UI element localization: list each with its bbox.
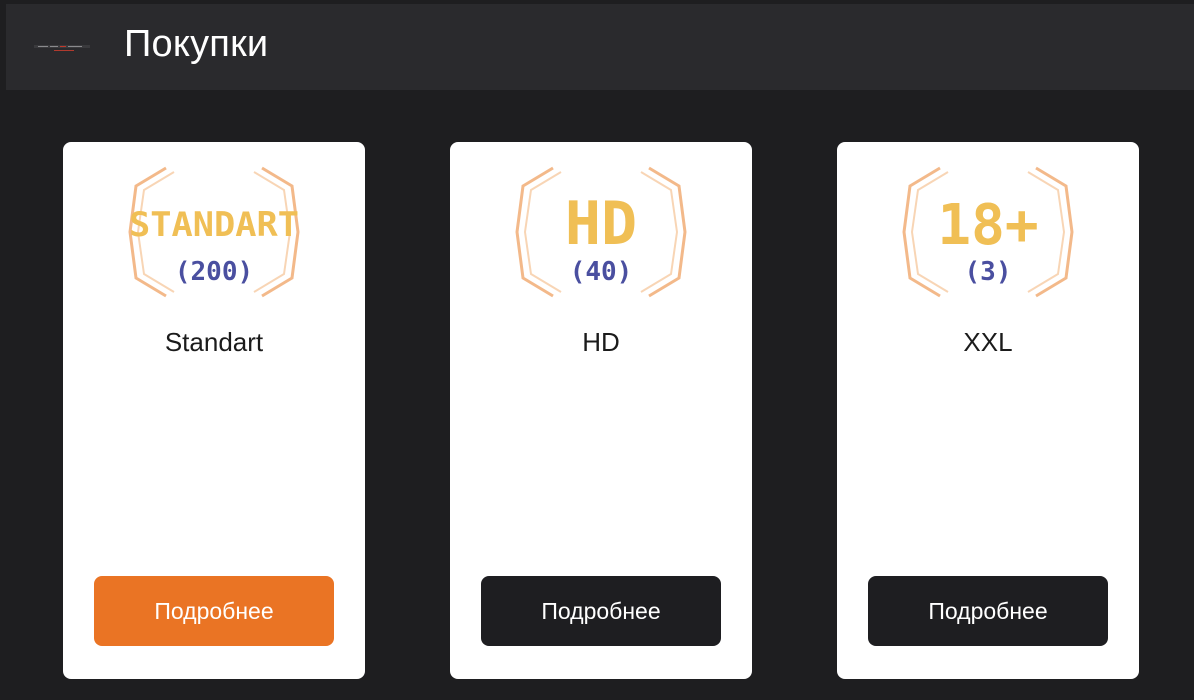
package-logo-count: (200) <box>175 257 253 287</box>
package-logo-title: HD <box>565 189 637 259</box>
package-logo-count: (40) <box>570 257 633 287</box>
package-logo-count: (3) <box>965 257 1012 287</box>
package-logo-icon: HD (40) <box>515 166 687 298</box>
package-logo-title: 18+ <box>937 193 1038 258</box>
package-logo-title: STANDART <box>129 205 299 245</box>
package-logo-icon: 18+ (3) <box>902 166 1074 298</box>
package-logo-icon: STANDART (200) <box>128 166 300 298</box>
brand-logo-icon <box>34 45 90 51</box>
package-card-xxl: 18+ (3) XXL Подробнее <box>837 142 1139 679</box>
details-button[interactable]: Подробнее <box>94 576 334 646</box>
details-button[interactable]: Подробнее <box>481 576 721 646</box>
top-bar: Покупки <box>6 4 1194 90</box>
package-name: HD <box>582 327 620 357</box>
package-card-hd: HD (40) HD Подробнее <box>450 142 752 679</box>
package-card-standart: STANDART (200) Standart Подробнее <box>63 142 365 679</box>
page-title: Покупки <box>124 23 269 65</box>
package-name: Standart <box>164 327 264 357</box>
details-button[interactable]: Подробнее <box>868 576 1108 646</box>
package-name: XXL <box>963 327 1013 357</box>
